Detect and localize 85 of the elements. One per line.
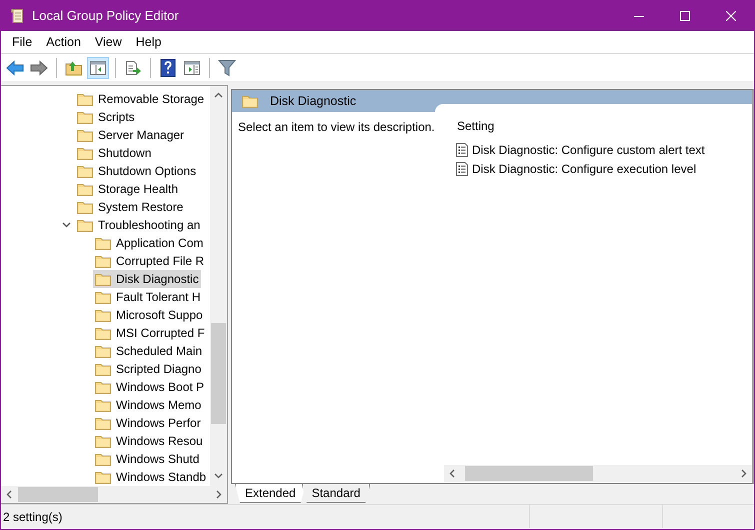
folder-icon (95, 380, 111, 394)
menu-item[interactable]: File (5, 33, 40, 51)
vertical-scrollbar[interactable] (210, 86, 227, 486)
tree-item[interactable]: Scripts (75, 108, 137, 126)
scroll-right-icon (216, 490, 222, 499)
filter-icon (218, 58, 236, 76)
scroll-left-icon (6, 490, 12, 499)
console-tree-icon (89, 60, 107, 76)
tree-item[interactable]: Corrupted File R (93, 252, 206, 270)
tree-item[interactable]: Scripted Diagno (93, 360, 204, 378)
scrollbar-thumb[interactable] (18, 487, 98, 502)
view-tab[interactable]: Standard (302, 484, 370, 503)
folder-icon (77, 182, 93, 196)
description-text: Select an item to view its description. (238, 120, 435, 134)
app-icon (10, 8, 24, 24)
scrollbar-thumb[interactable] (465, 466, 593, 481)
folder-title: Disk Diagnostic (270, 94, 356, 108)
folder-icon (95, 362, 111, 376)
folder-icon (77, 146, 93, 160)
show-tree-button[interactable] (87, 56, 109, 78)
tree-item[interactable]: Disk Diagnostic (93, 270, 201, 288)
tree-item[interactable]: Storage Health (75, 180, 180, 198)
horizontal-scrollbar[interactable] (444, 465, 752, 482)
window-title: Local Group Policy Editor (32, 8, 180, 23)
tree-item[interactable]: Shutdown Options (75, 162, 198, 180)
tree-item[interactable]: Windows Perfor (93, 414, 203, 432)
tree-item[interactable]: Microsoft Suppo (93, 306, 205, 324)
tree-item[interactable]: Windows Standb (93, 468, 208, 486)
setting-item[interactable]: Disk Diagnostic: Configure execution level (472, 162, 696, 176)
status-text: 2 setting(s) (3, 510, 62, 524)
setting-item[interactable]: Disk Diagnostic: Configure custom alert text (472, 142, 705, 156)
scroll-up-icon (214, 92, 223, 98)
tree-item[interactable]: Application Com (93, 234, 206, 252)
folder-icon (95, 326, 111, 340)
tree-item[interactable]: System Restore (75, 198, 186, 216)
tree-item[interactable]: Troubleshooting an (75, 216, 202, 234)
tree-item[interactable]: Windows Memo (93, 396, 204, 414)
folder-icon (95, 434, 111, 448)
scroll-right-icon (741, 469, 747, 478)
menu-item[interactable]: View (88, 33, 129, 51)
folder-icon (77, 164, 93, 178)
horizontal-scrollbar[interactable] (1, 486, 227, 503)
menu-item[interactable]: Action (39, 33, 88, 51)
folder-icon (77, 218, 93, 232)
folder-icon (77, 200, 93, 214)
folder-icon (77, 110, 93, 124)
folder-icon (95, 236, 111, 250)
folder-icon (95, 470, 111, 484)
tree-item[interactable]: Removable Storage (75, 90, 206, 108)
tree-item[interactable]: Scheduled Main (93, 342, 204, 360)
folder-icon (95, 308, 111, 322)
forward-arrow-icon (30, 60, 48, 76)
folder-icon (95, 254, 111, 268)
tree-item[interactable]: Windows Boot P (93, 378, 206, 396)
tree-item[interactable]: Server Manager (75, 126, 186, 144)
close-icon (726, 10, 736, 20)
tree-item[interactable]: Fault Tolerant H (93, 288, 202, 306)
folder-icon (95, 452, 111, 466)
help-icon (159, 58, 177, 76)
menu-item[interactable]: Help (128, 33, 168, 51)
column-header[interactable]: Setting (457, 119, 494, 133)
folder-icon (77, 92, 93, 106)
folder-icon (95, 272, 111, 286)
maximize-icon (680, 10, 690, 20)
folder-icon (95, 416, 111, 430)
tree-item[interactable]: MSI Corrupted F (93, 324, 207, 342)
tree-item[interactable]: Windows Resou (93, 432, 205, 450)
collapse-chevron-icon[interactable] (62, 222, 70, 228)
folder-icon (95, 344, 111, 358)
export-list-icon (124, 60, 142, 76)
scroll-left-icon (449, 469, 455, 478)
scroll-down-icon (214, 473, 223, 479)
scrollbar-thumb[interactable] (211, 323, 226, 424)
policy-setting-icon (456, 162, 468, 176)
folder-icon (242, 94, 258, 108)
folder-icon (95, 398, 111, 412)
folder-icon (95, 290, 111, 304)
folder-icon (77, 128, 93, 142)
view-tab[interactable]: Extended (235, 484, 306, 503)
folder-up-icon (65, 60, 83, 76)
tree-item[interactable]: Shutdown (75, 144, 154, 162)
tree-item[interactable]: Windows Shutd (93, 450, 202, 468)
back-arrow-icon (6, 60, 24, 76)
policy-setting-icon (456, 142, 468, 156)
action-pane-icon (183, 60, 201, 76)
